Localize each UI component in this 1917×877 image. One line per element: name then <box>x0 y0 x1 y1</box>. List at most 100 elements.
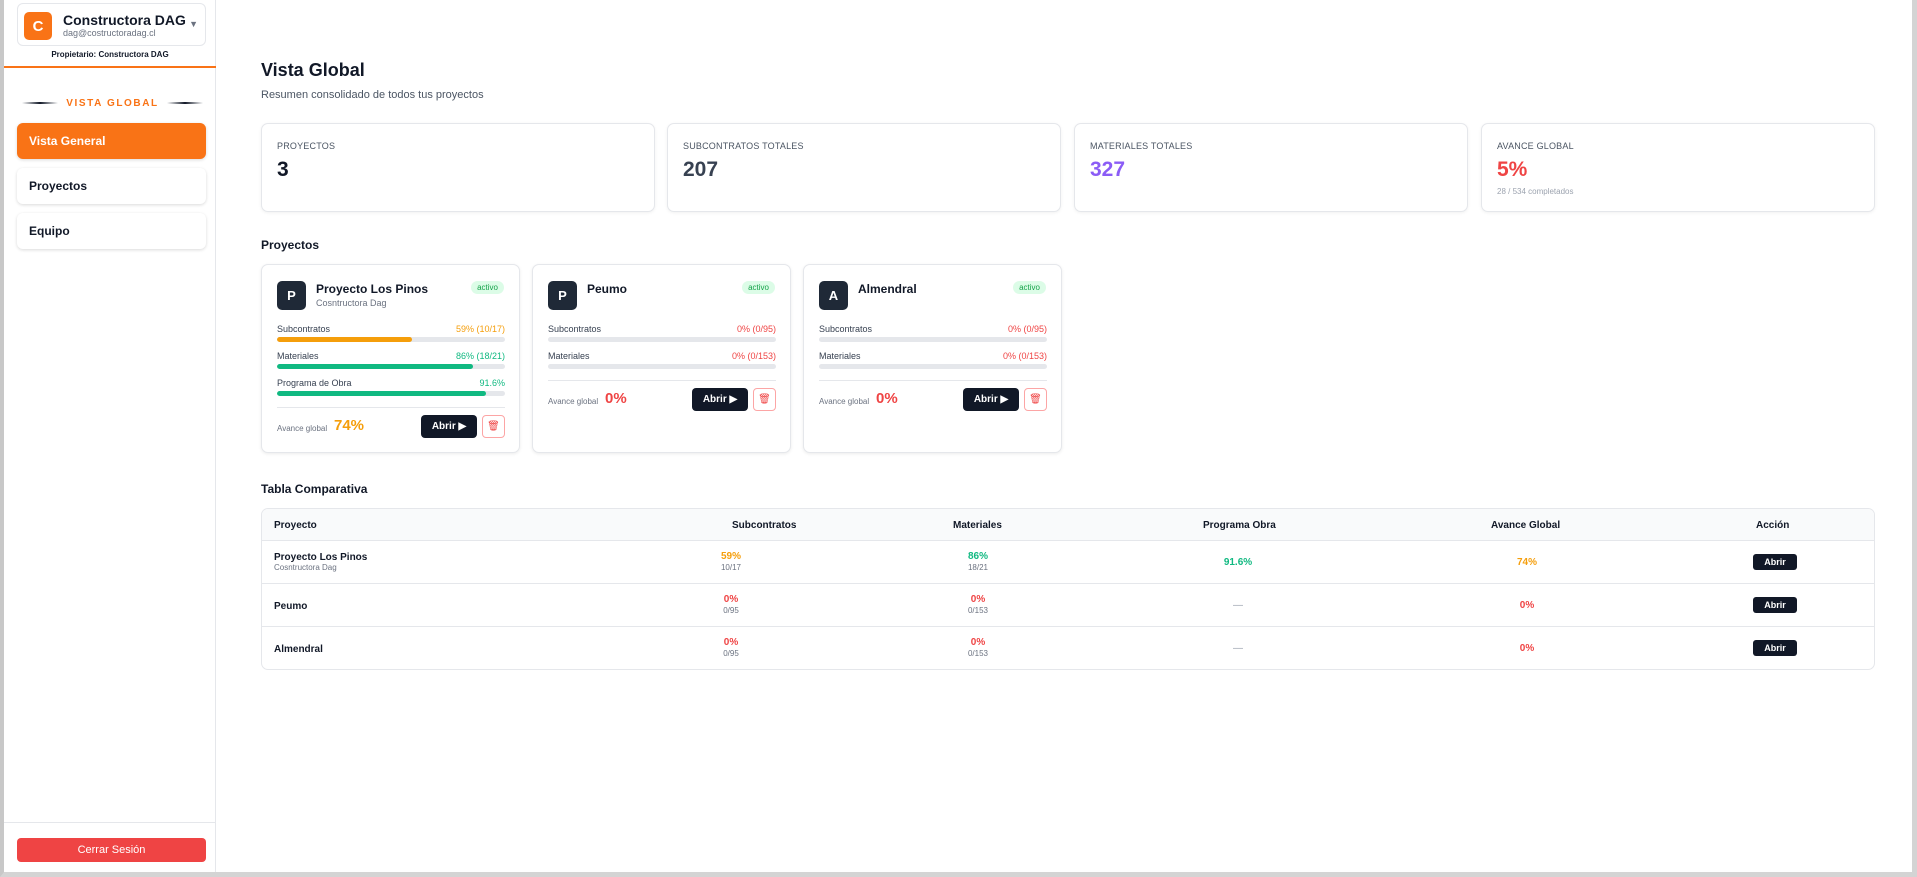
progress-bar <box>277 364 505 369</box>
progress-fill <box>277 391 486 396</box>
metric-value: 0% (0/95) <box>1007 324 1047 334</box>
project-name: Peumo <box>274 601 308 612</box>
metric-value: 0% (0/95) <box>736 324 776 334</box>
progress-bar <box>277 337 505 342</box>
project-name: Proyecto Los Pinos <box>316 282 429 296</box>
main-content: Vista Global Resumen consolidado de todo… <box>261 0 1875 872</box>
metric-label: Subcontratos <box>819 324 873 334</box>
open-row-button[interactable]: Abrir <box>1753 640 1797 656</box>
avance-value: 74% <box>334 417 365 434</box>
stat-value: 207 <box>683 158 719 181</box>
status-badge: activo <box>742 281 775 294</box>
progress-bar <box>277 391 505 396</box>
company-logo: C <box>24 12 52 40</box>
sidebar-item-vista-general[interactable]: Vista General <box>17 123 206 159</box>
project-card: A Almendral activo Subcontratos 0% (0/95… <box>803 264 1062 453</box>
trash-icon[interactable]: 🗑 <box>1024 388 1047 411</box>
project-company: Cosntructora Dag <box>316 298 387 308</box>
open-row-button[interactable]: Abrir <box>1753 597 1797 613</box>
column-header: Programa Obra <box>1203 520 1276 531</box>
project-name: Almendral <box>274 644 323 655</box>
company-header: C Constructora DAG dag@costructoradag.cl… <box>4 0 216 68</box>
owner-label: Propietario: Constructora DAG <box>51 50 169 59</box>
stat-value: 3 <box>277 158 289 181</box>
progress-bar <box>548 337 776 342</box>
page-title: Vista Global <box>261 60 365 80</box>
progress-fill <box>277 364 474 369</box>
stat-card-avance: AVANCE GLOBAL 5% 28 / 534 completados <box>1481 123 1875 212</box>
metric-label: Subcontratos <box>277 324 331 334</box>
metric-value: 0% (0/153) <box>1002 351 1047 361</box>
trash-icon[interactable]: 🗑 <box>482 415 505 438</box>
project-name: Almendral <box>858 282 917 296</box>
company-selector[interactable]: C Constructora DAG dag@costructoradag.cl… <box>17 3 206 46</box>
table-row: Peumo 0% 0/95 0% 0/153 — 0% Abrir <box>262 584 1874 627</box>
stat-value: 5% <box>1497 158 1528 181</box>
programa-value: 91.6% <box>1223 557 1253 568</box>
divider <box>4 822 216 823</box>
open-project-button[interactable]: Abrir ▶ <box>421 415 477 438</box>
section-title-tabla: Tabla Comparativa <box>261 482 368 496</box>
metric-materiales: Materiales 0% (0/153) <box>819 351 1047 371</box>
sidebar-item-equipo[interactable]: Equipo <box>17 213 206 249</box>
stat-label: SUBCONTRATOS TOTALES <box>683 141 804 151</box>
subcontratos-pct: 0% <box>723 637 739 648</box>
comparison-table: Proyecto Subcontratos Materiales Program… <box>261 508 1875 670</box>
progress-bar <box>548 364 776 369</box>
materiales-pct: 0% <box>970 637 986 648</box>
materiales-frac: 0/153 <box>967 649 989 658</box>
table-header: Proyecto Subcontratos Materiales Program… <box>262 509 1874 541</box>
metric-materiales: Materiales 86% (18/21) <box>277 351 505 371</box>
divider <box>277 407 505 408</box>
app-window: C Constructora DAG dag@costructoradag.cl… <box>0 0 1917 877</box>
metric-value: 0% (0/153) <box>731 351 776 361</box>
subcontratos-frac: 0/95 <box>723 649 739 658</box>
project-name: Proyecto Los Pinos <box>274 552 368 563</box>
column-header: Materiales <box>953 520 1002 531</box>
project-avatar: P <box>277 281 306 310</box>
metric-materiales: Materiales 0% (0/153) <box>548 351 776 371</box>
materiales-pct: 86% <box>967 551 988 562</box>
materiales-frac: 18/21 <box>967 563 989 572</box>
company-name: Constructora DAG <box>63 12 186 28</box>
divider <box>548 380 776 381</box>
subcontratos-frac: 10/17 <box>720 563 742 572</box>
progress-bar <box>819 364 1047 369</box>
project-name: Peumo <box>587 282 628 296</box>
avance-value: 0% <box>876 390 898 407</box>
open-project-button[interactable]: Abrir ▶ <box>692 388 748 411</box>
metric-value: 91.6% <box>479 378 505 388</box>
trash-icon[interactable]: 🗑 <box>753 388 776 411</box>
project-company: Cosntructora Dag <box>274 563 337 572</box>
avance-value: 74% <box>1516 557 1537 568</box>
metric-value: 59% (10/17) <box>455 324 505 334</box>
chevron-down-icon[interactable]: ▼ <box>189 19 198 29</box>
stat-label: AVANCE GLOBAL <box>1497 141 1574 151</box>
metric-subcontratos: Subcontratos 0% (0/95) <box>548 324 776 344</box>
subcontratos-pct: 0% <box>723 594 739 605</box>
metric-label: Materiales <box>548 351 590 361</box>
open-row-button[interactable]: Abrir <box>1753 554 1797 570</box>
sidebar-section-title: VISTA GLOBAL <box>19 96 206 110</box>
table-row: Proyecto Los Pinos Cosntructora Dag 59% … <box>262 541 1874 584</box>
open-project-button[interactable]: Abrir ▶ <box>963 388 1019 411</box>
divider <box>22 102 59 104</box>
stat-label: PROYECTOS <box>277 141 336 151</box>
logout-button[interactable]: Cerrar Sesión <box>17 838 206 862</box>
avance-value: 0% <box>1519 600 1535 611</box>
stat-value: 327 <box>1090 158 1126 181</box>
sidebar-item-proyectos[interactable]: Proyectos <box>17 168 206 204</box>
status-badge: activo <box>1013 281 1046 294</box>
stat-label: MATERIALES TOTALES <box>1090 141 1193 151</box>
subcontratos-frac: 0/95 <box>723 606 739 615</box>
avance-value: 0% <box>1519 643 1535 654</box>
company-email: dag@costructoradag.cl <box>63 28 156 38</box>
avance-label: Avance global <box>277 424 328 433</box>
materiales-pct: 0% <box>970 594 986 605</box>
avance-label: Avance global <box>819 397 870 406</box>
project-avatar: P <box>548 281 577 310</box>
stat-card-proyectos: PROYECTOS 3 <box>261 123 655 212</box>
stat-card-subcontratos: SUBCONTRATOS TOTALES 207 <box>667 123 1061 212</box>
section-title-proyectos: Proyectos <box>261 238 320 252</box>
section-title-text: VISTA GLOBAL <box>66 97 159 109</box>
